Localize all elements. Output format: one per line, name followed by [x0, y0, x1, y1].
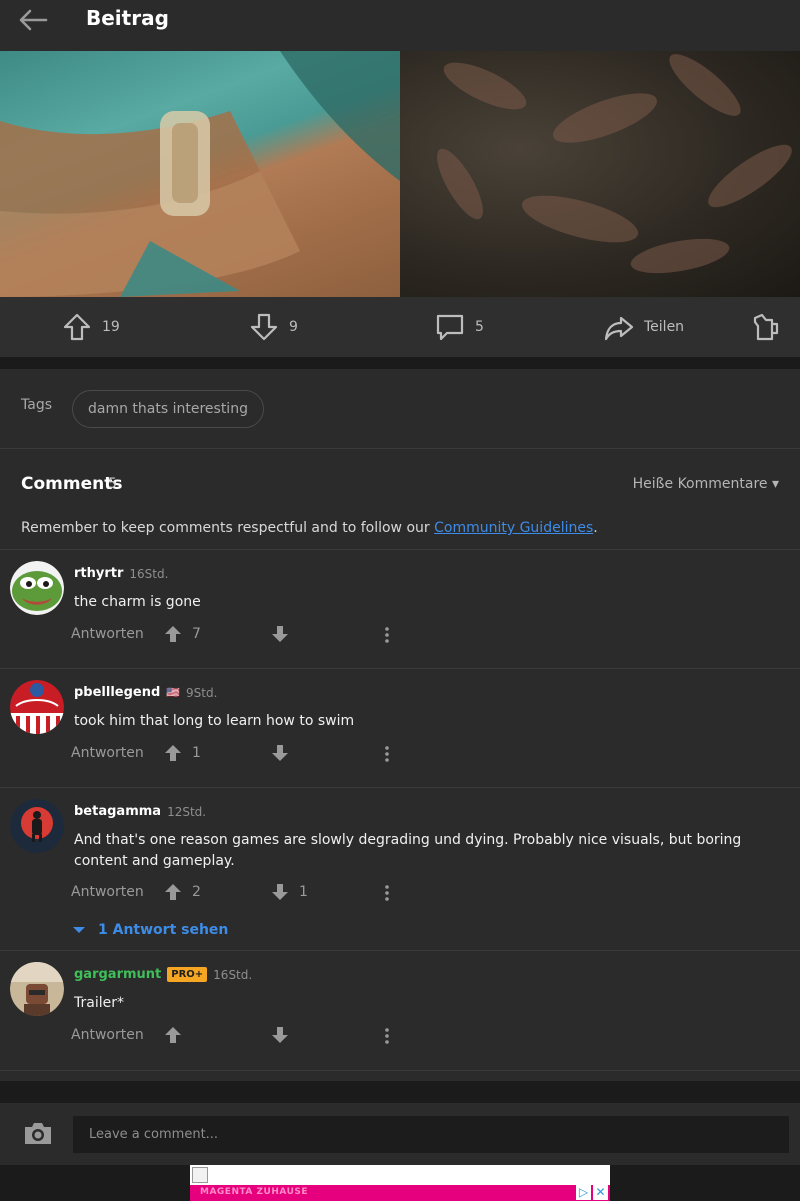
- avatar[interactable]: [10, 561, 64, 615]
- comment-composer: [0, 1103, 800, 1165]
- reply-button[interactable]: Antworten: [71, 626, 144, 642]
- ad-area: MAGENTA ZUHAUSE ▷ ✕: [0, 1165, 800, 1201]
- more-vertical-icon[interactable]: [383, 883, 391, 903]
- arrow-down-icon[interactable]: [270, 624, 290, 644]
- arrow-up-icon[interactable]: [163, 1025, 183, 1045]
- arrow-up-outline-icon: [63, 313, 91, 341]
- comment-author[interactable]: pbelllegend: [74, 685, 160, 700]
- save-button[interactable]: [750, 311, 780, 343]
- comment-item: pbelllegend 🇺🇸 9Std. took him that long …: [0, 669, 800, 788]
- arrow-down-icon[interactable]: [270, 1025, 290, 1045]
- guidelines-suffix: .: [593, 520, 598, 536]
- arrow-down-icon[interactable]: [270, 882, 290, 902]
- section-divider: [0, 357, 800, 369]
- more-vertical-icon[interactable]: [383, 1026, 391, 1046]
- share-button[interactable]: Teilen: [604, 311, 684, 343]
- close-icon[interactable]: ✕: [593, 1185, 608, 1200]
- tag-chip[interactable]: damn thats interesting: [72, 390, 264, 428]
- more-vertical-icon[interactable]: [383, 625, 391, 645]
- guidelines-notice: Remember to keep comments respectful and…: [21, 520, 598, 536]
- caret-down-icon: [73, 927, 85, 933]
- avatar[interactable]: [10, 962, 64, 1016]
- avatar[interactable]: [10, 680, 64, 734]
- comment-bubble-icon: [436, 314, 464, 341]
- tags-section: Tags damn thats interesting: [0, 369, 800, 449]
- post-image-right: [400, 51, 800, 297]
- comment-text: Trailer*: [74, 995, 124, 1011]
- comment-author[interactable]: gargarmunt: [74, 967, 161, 982]
- see-replies-button[interactable]: 1 Antwort sehen: [72, 922, 228, 938]
- comment-item: betagamma 12Std. And that's one reason g…: [0, 788, 800, 951]
- comment-input[interactable]: [73, 1116, 789, 1153]
- pro-badge: PRO+: [167, 967, 208, 982]
- section-divider: [0, 1081, 800, 1103]
- comment-upvote-count: 1: [192, 745, 201, 761]
- comment-upvote-count: 7: [192, 626, 201, 642]
- comment-downvote-count: 1: [299, 884, 308, 900]
- arrow-down-outline-icon: [250, 313, 278, 341]
- reply-button[interactable]: Antworten: [71, 745, 144, 761]
- see-replies-label: 1 Antwort sehen: [98, 922, 229, 938]
- arrow-up-icon[interactable]: [163, 743, 183, 763]
- comment-time: 16Std.: [213, 967, 253, 982]
- adchoices-icon[interactable]: ▷: [576, 1185, 591, 1200]
- camera-icon[interactable]: [22, 1117, 54, 1149]
- community-guidelines-link[interactable]: Community Guidelines: [434, 520, 593, 536]
- comment-time: 12Std.: [167, 804, 207, 819]
- flag-icon: 🇺🇸: [166, 686, 180, 699]
- comment-time: 9Std.: [186, 685, 218, 700]
- ad-text: MAGENTA ZUHAUSE: [200, 1187, 309, 1197]
- comment-text: And that's one reason games are slowly d…: [74, 832, 742, 869]
- tags-label: Tags: [21, 397, 52, 413]
- post-action-bar: 19 9 5 Teilen: [0, 297, 800, 357]
- arrow-up-icon[interactable]: [163, 882, 183, 902]
- post-image-left: [0, 51, 400, 297]
- downvote-count: 9: [289, 319, 298, 335]
- comment-upvote-count: 2: [192, 884, 201, 900]
- comments-header: Comments 5 Heiße Kommentare ▾ Remember t…: [0, 450, 800, 550]
- save-cup-icon: [753, 313, 779, 341]
- broken-image-icon: [192, 1167, 208, 1183]
- comment-author[interactable]: rthyrtr: [74, 566, 123, 581]
- upvote-count: 19: [102, 319, 120, 335]
- section-divider: [0, 1071, 800, 1081]
- share-label: Teilen: [644, 319, 685, 335]
- arrow-down-icon[interactable]: [270, 743, 290, 763]
- comment-author[interactable]: betagamma: [74, 804, 161, 819]
- downvote-button[interactable]: 9: [249, 311, 298, 343]
- reply-button[interactable]: Antworten: [71, 884, 144, 900]
- avatar[interactable]: [10, 799, 64, 853]
- page-title: Beitrag: [86, 6, 169, 30]
- top-bar: Beitrag: [0, 0, 800, 51]
- post-image[interactable]: [0, 51, 800, 297]
- upvote-button[interactable]: 19: [62, 311, 120, 343]
- arrow-left-icon[interactable]: [16, 6, 50, 34]
- comment-count: 5: [475, 319, 484, 335]
- sort-dropdown[interactable]: Heiße Kommentare ▾: [633, 476, 779, 492]
- comments-count: 5: [108, 476, 117, 492]
- ad-controls: ▷ ✕: [576, 1185, 608, 1200]
- comment-item: rthyrtr 16Std. the charm is gone Antwort…: [0, 550, 800, 669]
- comment-text: the charm is gone: [74, 594, 201, 610]
- guidelines-text: Remember to keep comments respectful and…: [21, 520, 435, 536]
- comments-button[interactable]: 5: [435, 311, 484, 343]
- more-vertical-icon[interactable]: [383, 744, 391, 764]
- comment-text: took him that long to learn how to swim: [74, 713, 355, 729]
- arrow-up-icon[interactable]: [163, 624, 183, 644]
- comment-item: gargarmunt PRO+ 16Std. Trailer* Antworte…: [0, 951, 800, 1071]
- comment-time: 16Std.: [129, 566, 169, 581]
- ad-banner[interactable]: MAGENTA ZUHAUSE ▷ ✕: [190, 1165, 610, 1201]
- share-arrow-icon: [604, 316, 634, 341]
- reply-button[interactable]: Antworten: [71, 1027, 144, 1043]
